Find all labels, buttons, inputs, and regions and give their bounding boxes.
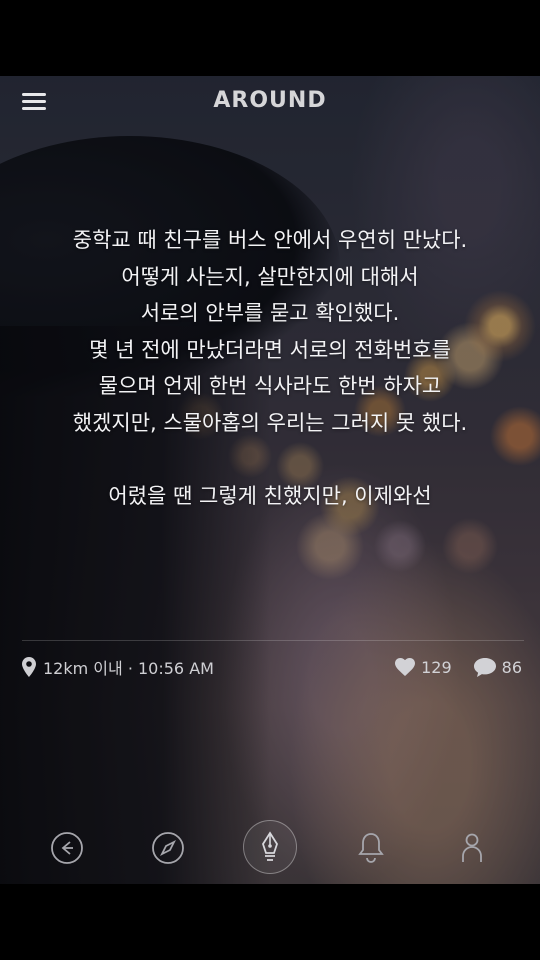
comment-button[interactable]: 86 [473,657,522,677]
post-line: 어떻게 사는지, 살만한지에 대해서 [121,264,419,289]
heart-icon [395,658,416,676]
comments-count: 86 [501,657,522,677]
post-line: 서로의 안부를 묻고 확인했다. [140,301,400,325]
post-stats: 129 86 [395,654,522,680]
post-text: 중학교 때 친구를 버스 안에서 우연히 만났다. 어떻게 사는지, 살만한지에… [20,222,520,514]
nav-write-button[interactable] [243,820,297,874]
post-closing-line: 어렸을 땐 그렇게 친했지만, 이제와선 [108,483,432,508]
bottom-navigation [0,820,540,876]
location-time-text: 12km 이내 · 10:56 AM [43,659,214,678]
compass-icon [152,832,184,864]
back-arrow-icon [51,832,83,864]
post-meta: 12km 이내 · 10:56 AM [22,654,214,680]
chat-bubble-icon [473,657,496,677]
divider [22,640,524,641]
post-line: 몇 년 전에 만났더라면 서로의 전화번호를 [89,337,451,362]
nav-notifications-button[interactable] [347,824,395,872]
nav-profile-button[interactable] [448,824,496,872]
app-title: AROUND [213,88,327,113]
post-line: 물으며 언제 한번 식사라도 한번 하자고 [98,374,442,398]
bell-icon [358,833,384,863]
post-line: 중학교 때 친구를 버스 안에서 우연히 만났다. [72,228,468,252]
person-icon [462,833,482,862]
like-button[interactable]: 129 [395,658,452,677]
post-line: 했겠지만, 스물아홉의 우리는 그러지 못 했다. [72,410,468,435]
likes-count: 129 [421,657,452,677]
pen-nib-icon [262,831,278,861]
location-pin-icon [22,657,36,677]
nav-back-button[interactable] [43,824,91,872]
top-bar: AROUND [0,76,540,128]
nav-explore-button[interactable] [144,824,192,872]
